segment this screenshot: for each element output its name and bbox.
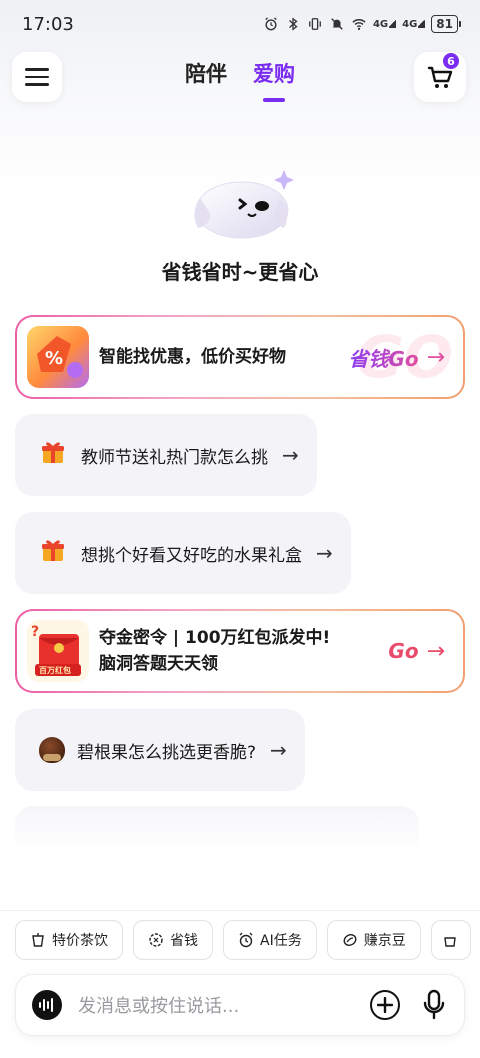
red-packet-icon: ? 百万红包	[27, 620, 89, 682]
suggestion-fruit-gift-box[interactable]: 想挑个好看又好吃的水果礼盒 →	[15, 512, 351, 594]
slogan: 省钱省时~更省心	[161, 260, 319, 284]
battery-indicator: 81	[431, 15, 461, 33]
promo-text: 智能找优惠，低价买好物	[99, 347, 286, 367]
chip-label: AI任务	[260, 933, 302, 949]
promo-card-deals[interactable]: GO % 智能找优惠，低价买好物 省钱Go →	[15, 315, 465, 399]
chip-tea-drinks[interactable]: 特价茶饮	[15, 920, 123, 960]
status-icons: 4G 4G 81	[263, 15, 461, 33]
suggestion-text: 教师节送礼热门款怎么挑	[81, 447, 268, 468]
wifi-icon	[352, 19, 366, 30]
suggestion-text: 碧根果怎么挑选更香脆?	[77, 742, 257, 763]
status-time: 17:03	[22, 13, 74, 35]
promo-card-red-packet[interactable]: ? 百万红包 夺金密令 | 100万红包派发中! 脑洞答题天天领 Go →	[15, 609, 465, 693]
alarm-icon	[238, 932, 254, 948]
top-tabs: 陪伴 爱购	[0, 58, 480, 102]
bluetooth-icon	[289, 17, 298, 31]
cart-badge: 6	[442, 52, 460, 70]
suggestion-teacher-gift[interactable]: 教师节送礼热门款怎么挑 →	[15, 414, 317, 496]
chip-label: 赚京豆	[363, 933, 406, 949]
chip-earn-beans[interactable]: 赚京豆	[326, 920, 421, 960]
tab-companion[interactable]: 陪伴	[185, 58, 227, 102]
promo-title: 夺金密令 | 100万红包派发中!	[99, 628, 331, 648]
message-input-bar: 发消息或按住说话...	[15, 974, 465, 1036]
voice-wave-button[interactable]	[32, 990, 62, 1020]
mute-bell-icon	[331, 18, 343, 30]
chip-label: 省钱	[170, 933, 198, 949]
faded-suggestion-card	[15, 806, 419, 866]
add-button[interactable]	[370, 990, 400, 1020]
microphone-icon	[423, 989, 445, 1020]
bean-icon	[342, 932, 358, 948]
chip-label: 特价茶饮	[52, 933, 108, 949]
arrow-right-icon: →	[316, 541, 333, 565]
microphone-button[interactable]	[420, 989, 448, 1021]
promo-cta: Go	[388, 639, 419, 663]
status-bar: 17:03 4G 4G 81	[0, 0, 480, 48]
vibrate-icon	[309, 18, 321, 30]
promo-go-button[interactable]: Go →	[388, 639, 445, 664]
thumb-label: 百万红包	[39, 665, 71, 675]
network-indicator-1: 4G	[373, 17, 397, 30]
message-input[interactable]: 发消息或按住说话...	[78, 992, 239, 1018]
gift-icon	[37, 536, 69, 571]
discount-tag-icon: %	[27, 326, 89, 388]
promo-text-block: 夺金密令 | 100万红包派发中! 脑洞答题天天领	[99, 625, 330, 677]
bag-icon	[442, 932, 458, 948]
arrow-right-icon: →	[426, 344, 445, 370]
arrow-right-icon: →	[282, 443, 299, 467]
arrow-right-icon: →	[270, 738, 287, 762]
promo-cta: 省钱Go	[348, 343, 418, 372]
suggestion-text: 想挑个好看又好吃的水果礼盒	[81, 545, 302, 566]
sound-wave-icon	[39, 998, 53, 1012]
cup-icon	[30, 932, 46, 948]
chip-more[interactable]	[430, 920, 471, 960]
promo-subtitle: 脑洞答题天天领	[99, 654, 218, 674]
mascot-image	[194, 170, 294, 239]
chip-ai-task[interactable]: AI任务	[223, 920, 317, 960]
quick-chips-bar: 特价茶饮 省钱 AI任务 赚京豆	[0, 910, 480, 970]
coupon-icon	[148, 932, 164, 948]
promo-go-button[interactable]: 省钱Go →	[348, 343, 445, 372]
arrow-right-icon: →	[426, 638, 445, 664]
svg-text:%: %	[45, 348, 63, 369]
network-indicator-2: 4G	[402, 17, 426, 30]
plus-icon	[377, 997, 393, 1013]
cart-button[interactable]: 6	[414, 52, 466, 102]
chestnut-icon	[39, 737, 65, 763]
alarm-status-icon	[265, 17, 277, 31]
suggestion-pecan[interactable]: 碧根果怎么挑选更香脆? →	[15, 709, 305, 791]
tab-shopping[interactable]: 爱购	[253, 58, 295, 102]
chips-row: 特价茶饮 省钱 AI任务 赚京豆	[15, 920, 471, 960]
svg-text:?: ?	[31, 624, 39, 640]
chip-save-money[interactable]: 省钱	[133, 920, 213, 960]
gift-icon	[37, 438, 69, 473]
